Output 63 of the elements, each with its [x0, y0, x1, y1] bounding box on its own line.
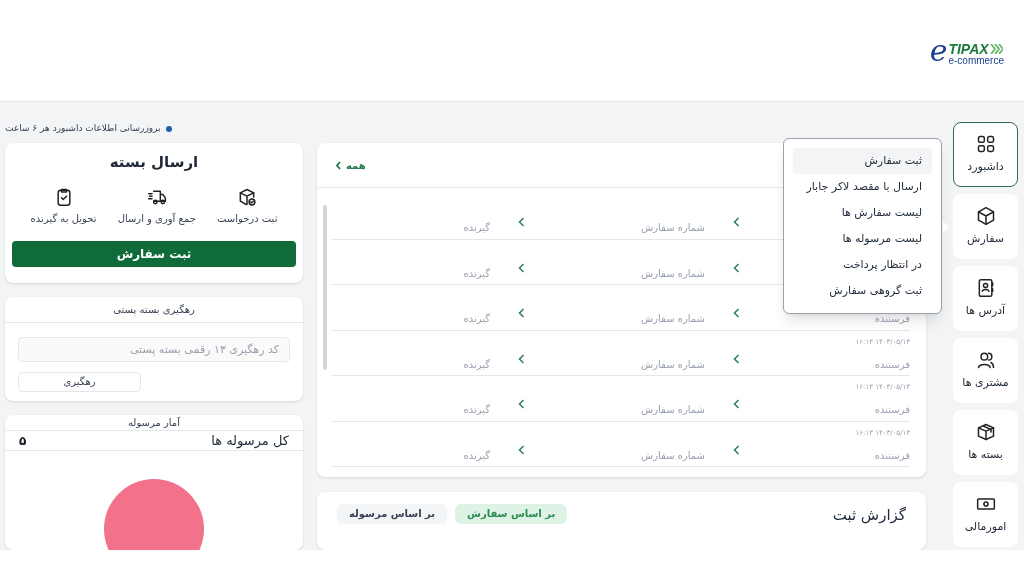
- tracking-code-field[interactable]: کد رهگیری ۱۳ رقمی بسته پستی: [18, 336, 290, 362]
- menu-item[interactable]: ثبت سفارش: [793, 148, 932, 174]
- total-label: کل مرسوله ها: [211, 431, 289, 451]
- chevron-icon: [518, 308, 525, 318]
- order-number-label: شماره سفارش: [641, 358, 705, 370]
- menu-item[interactable]: لیست مرسوله ها: [793, 226, 932, 252]
- chevron-icon: [518, 353, 525, 364]
- sidebar-item[interactable]: بسته ها: [953, 410, 1018, 475]
- menu-item[interactable]: ثبت گروهی سفارش: [793, 278, 932, 304]
- cube-icon: [975, 205, 996, 226]
- grid-icon: [975, 133, 996, 154]
- receiver-label: گیرنده: [463, 404, 490, 415]
- cube-check-icon: [237, 187, 258, 207]
- step-label: ثبت درخواست: [217, 212, 278, 226]
- sender-label: فرستنده: [874, 313, 910, 324]
- chevron-icon: [518, 399, 525, 409]
- receiver-label: گیرنده: [463, 358, 490, 370]
- menu-item[interactable]: در انتظار پرداخت: [793, 252, 932, 278]
- order-number-label: شماره سفارش: [641, 313, 705, 324]
- chevron-icon: [733, 308, 740, 318]
- scrollbar[interactable]: [323, 205, 327, 370]
- receiver-label: گیرنده: [463, 313, 490, 324]
- receiver-label: گیرنده: [463, 222, 490, 233]
- chevron-icon: [733, 217, 740, 227]
- sidebar-item[interactable]: داشبورد: [953, 122, 1018, 187]
- chevron-icon: [733, 444, 740, 455]
- chevron-icon: [518, 444, 525, 455]
- menu-item[interactable]: ارسال با مقصد لاکر جابار: [793, 174, 932, 200]
- all-link[interactable]: همه: [335, 157, 366, 173]
- card-title: ارسال بسته: [109, 151, 199, 173]
- sidebar-item[interactable]: امورمالی: [953, 482, 1018, 547]
- order-number-label: شماره سفارش: [641, 449, 705, 461]
- receiver-label: گیرنده: [463, 267, 490, 279]
- truck-icon: [146, 187, 167, 207]
- chevron-icon: [518, 262, 525, 273]
- order-number-label: شماره سفارش: [641, 222, 705, 233]
- sidebar-item[interactable]: مشتری ها: [953, 338, 1018, 403]
- receiver-label: گیرنده: [463, 449, 490, 461]
- step-label: تحویل به گیرنده: [30, 212, 97, 226]
- chevron-icon: [733, 262, 740, 273]
- card-title: رهگیری بسته پستی: [5, 296, 303, 323]
- sender-label: فرستنده: [874, 404, 910, 415]
- box-icon: [975, 421, 996, 442]
- total-value: ۵: [19, 432, 27, 450]
- track-button[interactable]: رهگیری: [18, 371, 141, 392]
- card-title: آمار مرسوله: [5, 414, 303, 431]
- chevron-icon: [733, 353, 740, 364]
- filter-chip[interactable]: بر اساس سفارش: [455, 503, 568, 524]
- filter-chip[interactable]: بر اساس مرسوله: [337, 503, 448, 524]
- order-number-label: شماره سفارش: [641, 404, 705, 415]
- chevron-icon: [518, 217, 525, 227]
- step-label: جمع آوری و ارسال: [117, 211, 196, 226]
- sender-label: فرستنده: [874, 449, 910, 461]
- order-number-label: شماره سفارش: [641, 267, 705, 279]
- chevron-icon: [733, 399, 740, 409]
- menu-item[interactable]: لیست سفارش ها: [793, 200, 932, 226]
- chevron-icon: [335, 160, 342, 170]
- sidebar-item[interactable]: سفارش: [953, 194, 1018, 259]
- sidebar-item[interactable]: آدرس ها: [953, 266, 1018, 331]
- update-notice: بروزرسانی اطلاعات داشبورد هر ۶ ساعت: [5, 122, 161, 135]
- submit-order-button[interactable]: ثبت سفارش: [12, 241, 296, 267]
- sender-label: فرستنده: [874, 358, 910, 370]
- report-title: گزارش ثبت: [832, 504, 906, 526]
